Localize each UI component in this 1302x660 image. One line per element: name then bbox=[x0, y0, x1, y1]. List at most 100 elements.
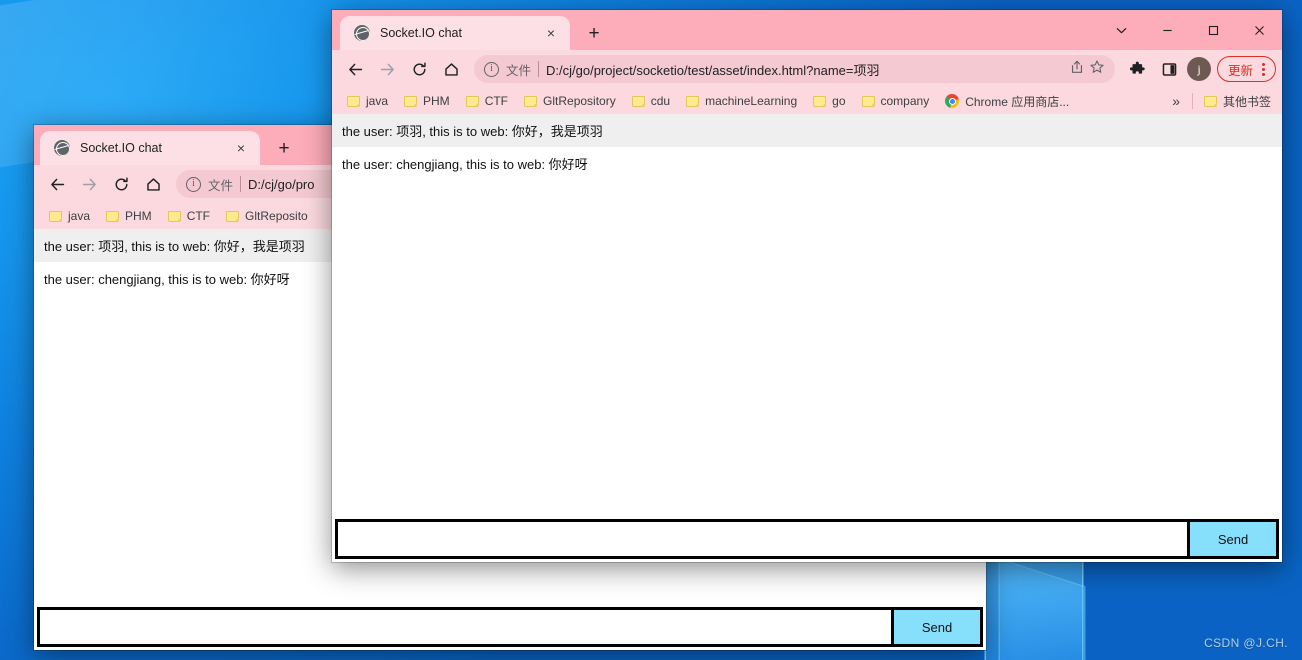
fg-bookmark-company[interactable]: company bbox=[855, 90, 937, 112]
back-icon[interactable] bbox=[42, 169, 72, 199]
close-icon[interactable] bbox=[1236, 14, 1282, 46]
desktop: Socket.IO chat × + i 文件 D:/cj/go/pro jav… bbox=[0, 0, 1302, 660]
bg-composer: Send bbox=[37, 607, 983, 647]
share-icon[interactable] bbox=[1069, 59, 1085, 80]
side-panel-icon[interactable] bbox=[1155, 54, 1185, 84]
bg-bookmark-label: GltReposito bbox=[245, 209, 308, 223]
folder-icon bbox=[1203, 95, 1217, 107]
fg-bookmarks-bar: java PHM CTF GltRepository cdu machineLe… bbox=[332, 88, 1282, 114]
site-info-icon[interactable]: i bbox=[484, 61, 499, 77]
fg-message-list: the user: 项羽, this is to web: 你好，我是项羽 th… bbox=[332, 114, 1282, 519]
omnibox-divider bbox=[240, 176, 242, 192]
fg-bookmark-cdu[interactable]: cdu bbox=[625, 90, 677, 112]
foreground-browser-window[interactable]: Socket.IO chat × + i 文件 D:/cj/go/project… bbox=[332, 10, 1282, 562]
update-button[interactable]: 更新 bbox=[1216, 56, 1276, 82]
close-icon[interactable]: × bbox=[542, 24, 560, 42]
reload-icon[interactable] bbox=[404, 54, 434, 84]
bookmarks-divider bbox=[1191, 93, 1193, 109]
update-label: 更新 bbox=[1227, 63, 1253, 78]
fg-tab-socketio-chat[interactable]: Socket.IO chat × bbox=[340, 16, 570, 50]
bg-bookmark-ctf[interactable]: CTF bbox=[161, 205, 217, 227]
omnibox-divider bbox=[538, 61, 540, 77]
bg-tab-title: Socket.IO chat bbox=[80, 141, 162, 155]
fg-bookmark-chrome-web-store[interactable]: Chrome 应用商店... bbox=[938, 90, 1076, 112]
site-info-icon[interactable]: i bbox=[186, 176, 201, 192]
fg-bookmark-go[interactable]: go bbox=[806, 90, 852, 112]
folder-icon bbox=[861, 95, 875, 107]
folder-icon bbox=[404, 95, 418, 107]
folder-icon bbox=[106, 210, 120, 222]
fg-bookmark-java[interactable]: java bbox=[340, 90, 395, 112]
back-icon[interactable] bbox=[340, 54, 370, 84]
chrome-store-icon bbox=[945, 94, 960, 108]
globe-icon bbox=[354, 25, 370, 41]
folder-icon bbox=[686, 95, 700, 107]
bg-bookmark-label: CTF bbox=[186, 209, 211, 223]
bg-bookmark-phm[interactable]: PHM bbox=[99, 205, 159, 227]
home-icon[interactable] bbox=[436, 54, 466, 84]
home-icon[interactable] bbox=[138, 169, 168, 199]
kebab-menu-icon[interactable] bbox=[1257, 62, 1269, 76]
fg-address-bar[interactable]: i 文件 D:/cj/go/project/socketio/test/asse… bbox=[474, 55, 1115, 83]
fg-tab-title: Socket.IO chat bbox=[380, 26, 462, 40]
bg-new-tab-button[interactable]: + bbox=[270, 134, 298, 162]
fg-url-text: D:/cj/go/project/socketio/test/asset/ind… bbox=[546, 62, 880, 78]
reload-icon[interactable] bbox=[106, 169, 136, 199]
fg-bookmark-label: java bbox=[366, 94, 389, 108]
bookmarks-right-group: » 其他书签 bbox=[1164, 90, 1278, 112]
fg-bookmark-other-bookmarks[interactable]: 其他书签 bbox=[1197, 90, 1278, 112]
folder-icon bbox=[465, 95, 479, 107]
maximize-icon[interactable] bbox=[1190, 14, 1236, 46]
forward-icon[interactable] bbox=[372, 54, 402, 84]
puzzle-icon[interactable] bbox=[1123, 54, 1153, 84]
folder-icon bbox=[813, 95, 827, 107]
forward-icon[interactable] bbox=[74, 169, 104, 199]
bg-bookmark-java[interactable]: java bbox=[42, 205, 97, 227]
folder-icon bbox=[167, 210, 181, 222]
bg-message-input[interactable] bbox=[40, 610, 891, 644]
fg-tabstrip: Socket.IO chat × + bbox=[332, 10, 1282, 50]
fg-composer: Send bbox=[335, 519, 1279, 559]
fg-bookmark-ctf[interactable]: CTF bbox=[459, 90, 515, 112]
folder-icon bbox=[49, 210, 62, 222]
fg-bookmark-label: GltRepository bbox=[543, 94, 616, 108]
fg-window-controls bbox=[1098, 10, 1282, 50]
fg-page-content: the user: 项羽, this is to web: 你好，我是项羽 th… bbox=[332, 114, 1282, 562]
fg-bookmark-machinelearning[interactable]: machineLearning bbox=[679, 90, 804, 112]
chevron-down-icon[interactable] bbox=[1098, 14, 1144, 46]
bg-scheme-label: 文件 bbox=[208, 178, 234, 193]
fg-bookmark-label: 其他书签 bbox=[1222, 94, 1271, 109]
fg-toolbar: i 文件 D:/cj/go/project/socketio/test/asse… bbox=[332, 50, 1282, 88]
bookmarks-overflow-button[interactable]: » bbox=[1164, 94, 1188, 108]
bg-bookmark-label: PHM bbox=[125, 209, 152, 223]
fg-send-button[interactable]: Send bbox=[1190, 522, 1276, 556]
close-icon[interactable]: × bbox=[232, 139, 250, 157]
star-icon[interactable] bbox=[1089, 59, 1105, 80]
folder-icon bbox=[631, 95, 645, 107]
fg-bookmark-label: cdu bbox=[650, 94, 671, 108]
avatar[interactable]: j bbox=[1186, 57, 1211, 81]
folder-icon bbox=[347, 95, 360, 107]
fg-bookmark-phm[interactable]: PHM bbox=[397, 90, 457, 112]
fg-bookmark-label: Chrome 应用商店... bbox=[965, 94, 1070, 109]
globe-icon bbox=[54, 140, 70, 156]
csdn-watermark: CSDN @J.CH. bbox=[1204, 636, 1288, 650]
bg-tab-socketio-chat[interactable]: Socket.IO chat × bbox=[40, 131, 260, 165]
fg-bookmark-label: machineLearning bbox=[705, 94, 798, 108]
fg-bookmark-gltrepository[interactable]: GltRepository bbox=[517, 90, 623, 112]
bg-send-button[interactable]: Send bbox=[894, 610, 980, 644]
omnibox-actions bbox=[1069, 59, 1105, 80]
list-item: the user: 项羽, this is to web: 你好，我是项羽 bbox=[332, 114, 1282, 147]
fg-bookmark-label: PHM bbox=[423, 94, 450, 108]
list-item: the user: chengjiang, this is to web: 你好… bbox=[332, 147, 1282, 180]
fg-bookmark-label: company bbox=[880, 94, 930, 108]
folder-icon bbox=[226, 210, 240, 222]
fg-bookmark-label: CTF bbox=[484, 94, 509, 108]
bg-bookmark-label: java bbox=[68, 209, 91, 223]
minimize-icon[interactable] bbox=[1144, 14, 1190, 46]
folder-icon bbox=[524, 95, 538, 107]
fg-scheme-label: 文件 bbox=[506, 63, 532, 78]
fg-new-tab-button[interactable]: + bbox=[580, 19, 608, 47]
bg-bookmark-gltrepository[interactable]: GltReposito bbox=[219, 205, 315, 227]
fg-message-input[interactable] bbox=[338, 522, 1187, 556]
